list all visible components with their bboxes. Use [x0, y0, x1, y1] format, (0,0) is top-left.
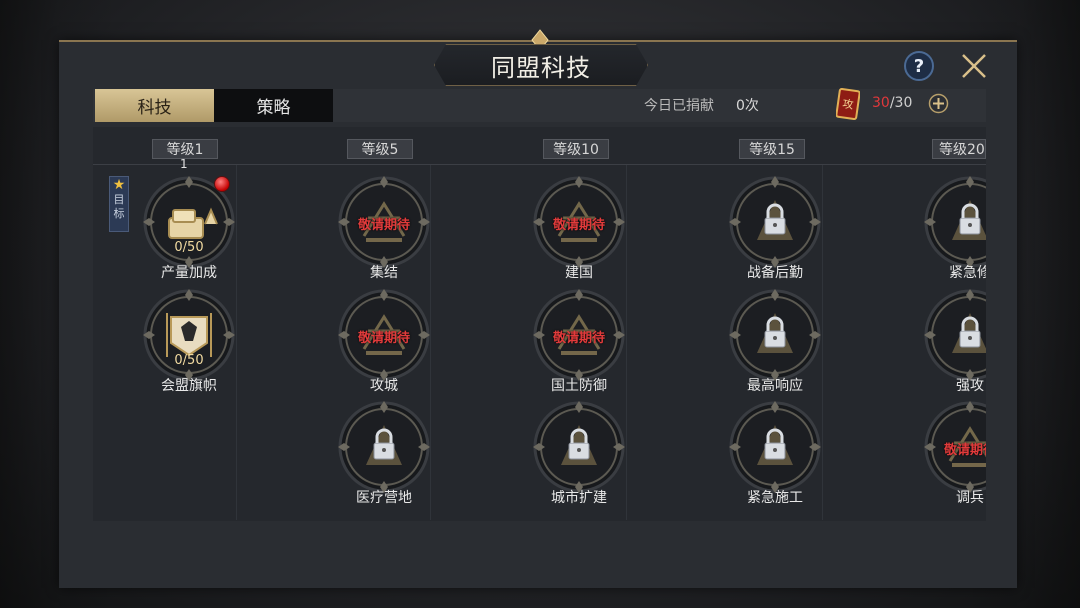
medical-camp-locked-icon	[338, 401, 430, 493]
target-marker[interactable]: ★ 目 标	[109, 176, 129, 232]
node-name: 攻城	[370, 378, 398, 394]
donation-label: 今日已捐献	[644, 98, 714, 114]
logistics-locked-icon	[729, 176, 821, 268]
page-title: 同盟科技	[491, 53, 591, 82]
coming-soon-label: 敬请期待	[552, 331, 605, 346]
tech-node[interactable]	[727, 399, 823, 495]
title-plate: 同盟科技	[434, 44, 648, 86]
node-name: 建国	[565, 265, 593, 281]
donation-card-icon: 攻	[836, 88, 860, 120]
node-name: 国土防御	[551, 378, 607, 394]
add-quota-button[interactable]	[928, 93, 949, 114]
alliance-banner-icon	[143, 289, 235, 381]
help-button[interactable]: ?	[904, 51, 934, 81]
svg-text:攻: 攻	[842, 96, 855, 111]
level-count: 1	[180, 157, 188, 171]
donation-quota: 30/30	[872, 95, 912, 111]
node-name: 城市扩建	[551, 490, 607, 506]
close-icon[interactable]	[958, 50, 990, 82]
quota-max: 30	[894, 95, 913, 111]
highest-response-locked-icon	[729, 289, 821, 381]
node-progress: 0/50	[174, 353, 204, 368]
coming-soon-label: 敬请期待	[357, 331, 410, 346]
tech-node[interactable]	[141, 287, 237, 383]
notification-dot	[214, 176, 230, 192]
coming-soon-label: 敬请期待	[552, 218, 605, 233]
level-header-1: 等级1	[152, 139, 218, 159]
tech-node[interactable]	[727, 174, 823, 270]
question-icon: ?	[913, 55, 925, 77]
donation-count: 0次	[736, 98, 759, 114]
node-name: 产量加成	[161, 265, 217, 281]
level-header-10: 等级10	[543, 139, 609, 159]
tree-clip-edge	[986, 127, 1017, 521]
node-name: 最高响应	[747, 378, 803, 394]
tech-node[interactable]	[531, 399, 627, 495]
node-name: 集结	[370, 265, 398, 281]
target-char: 目	[113, 193, 125, 206]
level-header-5: 等级5	[347, 139, 413, 159]
level-header-20: 等级20	[932, 139, 986, 159]
node-name: 医疗营地	[356, 490, 412, 506]
tech-node[interactable]	[727, 287, 823, 383]
level-header-15: 等级15	[739, 139, 805, 159]
node-name: 会盟旗帜	[161, 378, 217, 394]
node-name: 紧急施工	[747, 490, 803, 506]
tech-node[interactable]	[336, 399, 432, 495]
node-name: 战备后勤	[747, 265, 803, 281]
coming-soon-label: 敬请期待	[357, 218, 410, 233]
city-expansion-locked-icon	[533, 401, 625, 493]
target-char: 标	[113, 207, 125, 220]
quota-current: 30	[872, 95, 890, 111]
level-divider	[93, 164, 986, 165]
tab-tech[interactable]: 科技	[95, 89, 214, 122]
node-progress: 0/50	[174, 240, 204, 255]
tab-strategy[interactable]: 策略	[214, 89, 333, 122]
emergency-construction-locked-icon	[729, 401, 821, 493]
star-icon: ★	[112, 177, 126, 193]
